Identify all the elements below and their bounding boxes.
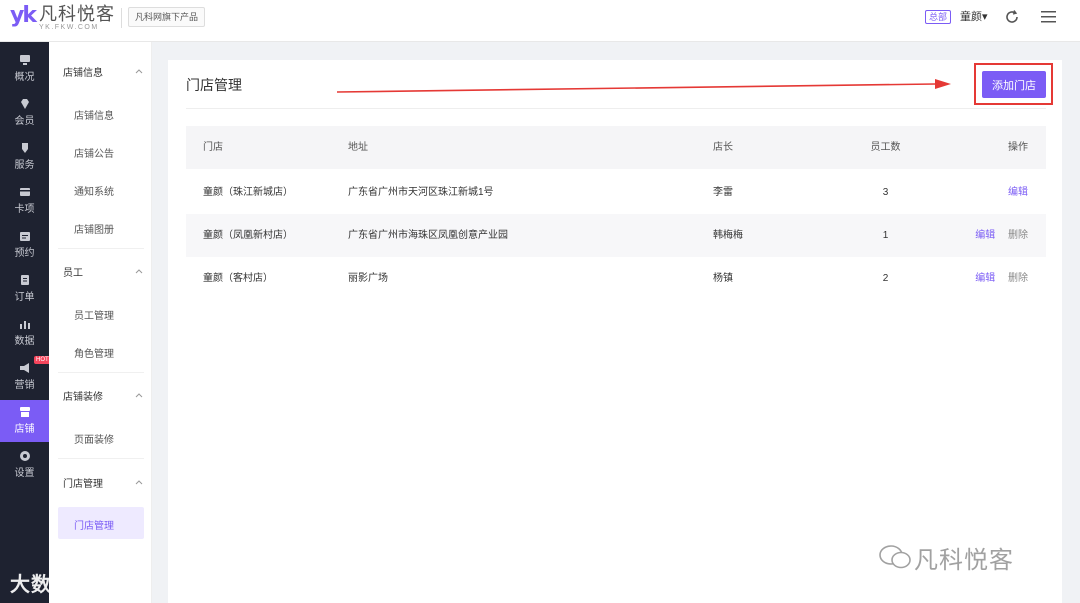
logo[interactable]: yk 凡科悦客 YK.FKW.COM xyxy=(10,4,115,32)
submenu-item-store-manage[interactable]: 门店管理 xyxy=(74,517,114,532)
nav-label: 数据 xyxy=(14,336,35,347)
submenu-item-page-decoration[interactable]: 页面装修 xyxy=(74,431,114,446)
nav-item-store[interactable]: 店铺 xyxy=(0,400,49,442)
staff-count: 1 xyxy=(882,230,889,241)
submenu-group-staff[interactable]: 员工 xyxy=(63,264,83,279)
store-manager: 杨镇 xyxy=(713,273,733,284)
store-icon xyxy=(19,407,30,417)
divider xyxy=(58,372,144,373)
nav-item-orders[interactable]: 订单 xyxy=(0,268,49,310)
main-nav: 概况 会员 服务 卡项 预约 订单 数据 营销 HOT 店铺 设置 xyxy=(0,42,51,603)
column-header: 门店 xyxy=(203,142,223,153)
submenu-item-staff-manage[interactable]: 员工管理 xyxy=(74,307,114,322)
watermark-right: 凡科悦客 xyxy=(914,547,1014,574)
store-name: 童颜（凤凰新村店） xyxy=(203,230,293,241)
staff-count: 3 xyxy=(882,187,889,198)
table-row: 童颜（珠江新城店） 广东省广州市天河区珠江新城1号 李雷 3 编辑 xyxy=(186,171,1046,214)
refresh-icon[interactable] xyxy=(1004,9,1020,25)
store-address: 广东省广州市海珠区凤凰创意产业园 xyxy=(348,230,508,241)
nav-item-overview[interactable]: 概况 xyxy=(0,48,49,90)
hq-badge: 总部 xyxy=(925,10,952,24)
brand-tag: 凡科网旗下产品 xyxy=(128,7,206,27)
nav-item-data[interactable]: 数据 xyxy=(0,312,49,354)
nav-item-marketing[interactable]: 营销 HOT xyxy=(0,356,51,398)
nav-label: 概况 xyxy=(14,72,35,83)
delete-link[interactable]: 删除 xyxy=(1008,230,1028,241)
diamond-icon xyxy=(20,99,29,109)
calendar-icon xyxy=(19,232,30,241)
nav-item-booking[interactable]: 预约 xyxy=(0,224,49,266)
nav-label: 订单 xyxy=(14,292,35,303)
row-actions: 编辑 删除 xyxy=(975,257,1028,300)
submenu-item-shop-info[interactable]: 店铺信息 xyxy=(74,107,114,122)
service-icon xyxy=(21,143,28,153)
store-manager: 韩梅梅 xyxy=(713,230,743,241)
submenu-item-role-manage[interactable]: 角色管理 xyxy=(74,345,114,360)
column-header: 员工数 xyxy=(870,142,901,153)
nav-item-services[interactable]: 服务 xyxy=(0,136,49,178)
table-header: 门店 地址 店长 员工数 操作 xyxy=(186,126,1046,169)
divider xyxy=(58,458,144,459)
nav-label: 营销 xyxy=(14,380,35,391)
submenu-item-shop-gallery[interactable]: 店铺图册 xyxy=(74,221,114,236)
submenu-group-shop-info[interactable]: 店铺信息 xyxy=(63,64,103,79)
add-store-button[interactable]: 添加门店 xyxy=(982,71,1046,98)
bar-chart-icon xyxy=(19,321,30,329)
nav-label: 店铺 xyxy=(14,424,35,435)
nav-label: 服务 xyxy=(14,160,35,171)
order-icon xyxy=(20,275,29,285)
column-header: 店长 xyxy=(713,142,733,153)
chevron-up-icon[interactable] xyxy=(135,479,143,485)
store-manager: 李雷 xyxy=(713,187,733,198)
store-name: 童颜（客村店） xyxy=(203,273,273,284)
chevron-up-icon[interactable] xyxy=(135,268,143,274)
divider xyxy=(58,248,144,249)
store-name: 童颜（珠江新城店） xyxy=(203,187,293,198)
submenu-group-store-manage[interactable]: 门店管理 xyxy=(63,475,103,490)
divider xyxy=(186,108,1046,109)
wechat-icon xyxy=(879,545,911,569)
menu-icon[interactable] xyxy=(1040,8,1057,25)
page-title: 门店管理 xyxy=(186,77,242,93)
submenu-group-decoration[interactable]: 店铺装修 xyxy=(63,388,103,403)
nav-label: 卡项 xyxy=(14,204,35,215)
gear-icon xyxy=(19,451,30,461)
chevron-up-icon[interactable] xyxy=(135,68,143,74)
edit-link[interactable]: 编辑 xyxy=(975,230,995,241)
nav-item-settings[interactable]: 设置 xyxy=(0,444,49,486)
submenu-item-notify-system[interactable]: 通知系统 xyxy=(74,183,114,198)
nav-item-members[interactable]: 会员 xyxy=(0,92,49,134)
logo-mark: yk xyxy=(10,3,37,28)
logo-url: YK.FKW.COM xyxy=(38,24,99,31)
watermark-left: 大数跨境 xyxy=(10,574,94,596)
logo-name: 凡科悦客 xyxy=(38,4,115,24)
nav-label: 预约 xyxy=(14,248,35,259)
card-icon xyxy=(19,188,30,196)
row-actions: 编辑 xyxy=(1008,171,1028,214)
store-address: 广东省广州市天河区珠江新城1号 xyxy=(348,187,494,198)
edit-link[interactable]: 编辑 xyxy=(975,273,995,284)
nav-item-cards[interactable]: 卡项 xyxy=(0,180,49,222)
table-row: 童颜（凤凰新村店） 广东省广州市海珠区凤凰创意产业园 韩梅梅 1 编辑 删除 xyxy=(186,214,1046,257)
divider xyxy=(121,8,122,28)
column-header: 操作 xyxy=(1008,142,1028,153)
delete-link[interactable]: 删除 xyxy=(1008,273,1028,284)
store-address: 丽影广场 xyxy=(348,273,388,284)
row-actions: 编辑 删除 xyxy=(975,214,1028,257)
chevron-up-icon[interactable] xyxy=(135,392,143,398)
staff-count: 2 xyxy=(882,273,889,284)
column-header: 地址 xyxy=(348,142,368,153)
edit-link[interactable]: 编辑 xyxy=(1008,187,1028,198)
annotation-arrow xyxy=(336,79,951,93)
submenu-item-shop-notice[interactable]: 店铺公告 xyxy=(74,145,114,160)
nav-label: 会员 xyxy=(14,116,35,127)
monitor-icon xyxy=(19,55,30,65)
top-bar: yk 凡科悦客 YK.FKW.COM 凡科网旗下产品 总部 童颜▾ xyxy=(0,0,1080,42)
user-dropdown[interactable]: 童颜▾ xyxy=(960,10,988,24)
megaphone-icon xyxy=(19,363,29,373)
table-row: 童颜（客村店） 丽影广场 杨镇 2 编辑 删除 xyxy=(186,257,1046,300)
nav-label: 设置 xyxy=(14,468,35,479)
